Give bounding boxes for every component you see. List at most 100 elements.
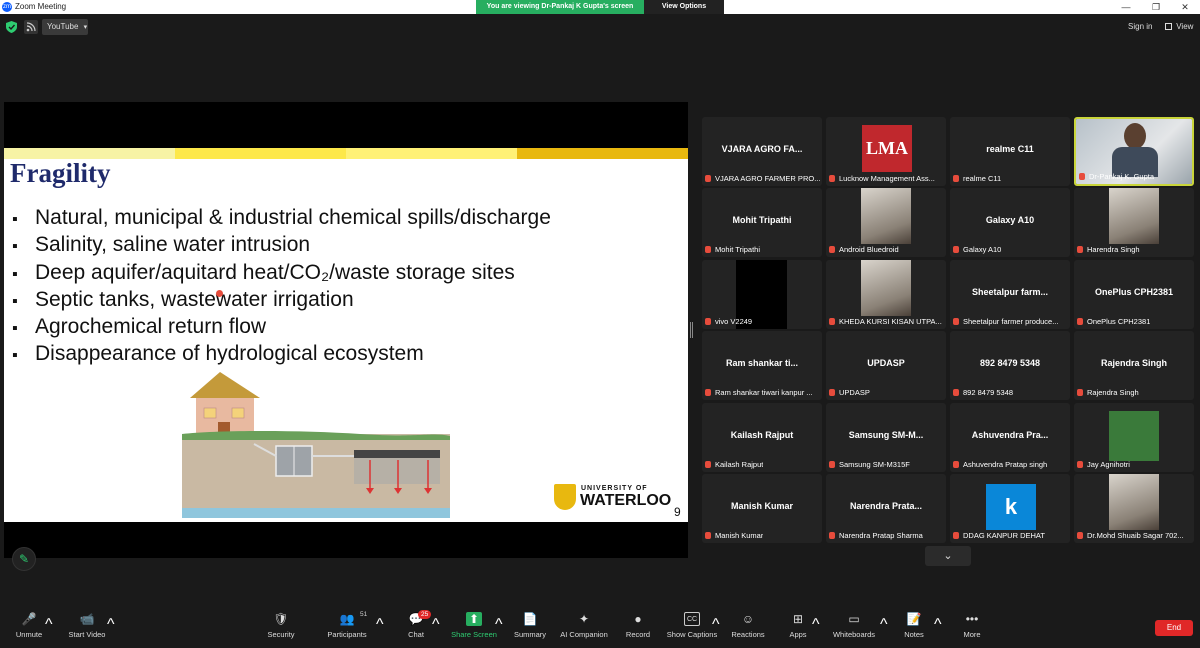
captions-caret-icon[interactable]: ^ — [712, 616, 720, 648]
participant-tile[interactable]: 892 8479 5348 892 8479 5348 — [950, 331, 1070, 400]
chat-button[interactable]: 💬 25 Chat — [402, 610, 432, 644]
participant-tile[interactable]: Rajendra Singh Rajendra Singh — [1074, 331, 1194, 400]
start-video-button[interactable]: 📹 Start Video — [64, 612, 110, 644]
participant-tile[interactable]: OnePlus CPH2381 OnePlus CPH2381 — [1074, 260, 1194, 329]
show-captions-label: Show Captions — [666, 630, 718, 639]
record-icon: ● — [634, 612, 642, 626]
logo-university-of: UNIVERSITY OF — [581, 485, 648, 492]
shield-icon: 🛡 — [273, 612, 289, 626]
more-button[interactable]: ••• More — [958, 612, 986, 644]
end-meeting-button[interactable]: End — [1155, 620, 1193, 636]
split-resize-handle[interactable] — [690, 322, 693, 338]
pencil-icon: ✎ — [18, 552, 30, 566]
participant-tile[interactable]: realme C11 realme C11 — [950, 117, 1070, 186]
participant-display-name: Kailash Rajput — [730, 430, 794, 440]
view-options-button[interactable]: View Options — [644, 0, 724, 14]
unmute-button[interactable]: 🎤 Unmute — [12, 612, 46, 644]
participant-tile[interactable]: UPDASP UPDASP — [826, 331, 946, 400]
view-label: View — [1176, 22, 1194, 31]
slide-bullet-list: Natural, municipal & industrial chemical… — [12, 204, 551, 368]
show-captions-button[interactable]: CC Show Captions — [666, 612, 718, 644]
participant-tile[interactable]: Samsung SM-M... Samsung SM-M315F — [826, 403, 946, 472]
video-off-icon: 📹 — [79, 612, 95, 626]
chevron-down-icon: ▾ — [83, 24, 88, 31]
whiteboards-button[interactable]: ▭ Whiteboards — [830, 612, 878, 644]
annotate-pencil-button[interactable]: ✎ — [12, 547, 36, 571]
participant-name-label: realme C11 — [953, 174, 1001, 184]
view-button[interactable]: View — [1165, 22, 1193, 31]
apps-caret-icon[interactable]: ^ — [812, 616, 820, 648]
participant-name-label: Mohit Tripathi — [705, 245, 760, 255]
whiteboards-label: Whiteboards — [832, 630, 876, 639]
participant-display-name: Ashuvendra Pra... — [971, 430, 1049, 440]
sparkle-icon: ✦ — [578, 612, 590, 626]
participant-tile[interactable]: Manish Kumar Manish Kumar — [702, 474, 822, 543]
live-stream-icon[interactable] — [24, 20, 38, 34]
participant-tile[interactable]: Jay Agnihotri — [1074, 403, 1194, 472]
minimize-icon[interactable]: — — [1111, 0, 1141, 14]
participant-tile[interactable]: Harendra Singh — [1074, 188, 1194, 257]
participant-name-label: Android Bluedroid — [829, 245, 899, 255]
video-options-caret-icon[interactable]: ^ — [107, 616, 115, 648]
close-icon[interactable]: ✕ — [1170, 0, 1200, 14]
audio-options-caret-icon[interactable]: ^ — [45, 616, 53, 648]
participant-tile[interactable]: VJARA AGRO FA... VJARA AGRO FARMER PRO... — [702, 117, 822, 186]
slide-header-bar — [346, 148, 517, 159]
notes-button[interactable]: 📝 Notes — [900, 612, 928, 644]
participant-name-label: Manish Kumar — [705, 531, 763, 541]
participant-tile[interactable]: Sheetalpur farm... Sheetalpur farmer prod… — [950, 260, 1070, 329]
notes-label: Notes — [904, 630, 924, 639]
sign-in-link[interactable]: Sign in — [1128, 22, 1152, 31]
participant-tile[interactable]: Galaxy A10 Galaxy A10 — [950, 188, 1070, 257]
slide-bullet: Salinity, saline water intrusion — [12, 231, 551, 258]
share-screen-caret-icon[interactable]: ^ — [495, 616, 503, 648]
reactions-button[interactable]: ☺ Reactions — [730, 612, 766, 644]
more-label: More — [963, 630, 981, 639]
participants-label: Participants — [327, 630, 367, 639]
summary-button[interactable]: 📄 Summary — [512, 612, 548, 644]
notes-caret-icon[interactable]: ^ — [934, 616, 942, 648]
participant-display-name: VJARA AGRO FA... — [721, 144, 803, 154]
participant-display-name: Galaxy A10 — [985, 215, 1035, 225]
participant-display-name: realme C11 — [986, 144, 1034, 154]
ai-companion-button[interactable]: ✦ AI Companion — [558, 612, 610, 644]
gallery-next-page-button[interactable]: ⌄ — [925, 546, 971, 566]
grid-icon — [1165, 23, 1172, 30]
participant-tile[interactable]: Dr-Pankaj K. Gupta — [1074, 117, 1194, 186]
participant-tile[interactable]: Android Bluedroid — [826, 188, 946, 257]
participant-tile[interactable]: k DDAG KANPUR DEHAT — [950, 474, 1070, 543]
top-toolbar — [0, 14, 1200, 42]
participant-tile[interactable]: Kailash Rajput Kailash Rajput — [702, 403, 822, 472]
smiley-icon: ☺ — [741, 612, 755, 626]
presentation-slide: Fragility Natural, municipal & industria… — [4, 148, 688, 522]
security-shield-icon[interactable] — [6, 21, 17, 33]
whiteboards-caret-icon[interactable]: ^ — [880, 616, 888, 648]
participant-tile[interactable]: LMA Lucknow Management Ass... — [826, 117, 946, 186]
participant-tile[interactable]: Narendra Prata... Narendra Pratap Sharma — [826, 474, 946, 543]
summary-icon: 📄 — [522, 612, 538, 626]
chat-label: Chat — [408, 630, 424, 639]
youtube-stream-dropdown[interactable]: YouTube ▾ — [42, 19, 88, 35]
chevron-down-icon: ⌄ — [943, 550, 953, 562]
share-screen-button[interactable]: ⬆ Share Screen — [450, 612, 498, 644]
participant-name-label: VJARA AGRO FARMER PRO... — [705, 174, 820, 184]
participant-display-name: UPDASP — [867, 358, 905, 368]
participant-name-label: Kailash Rajput — [705, 460, 763, 470]
maximize-icon[interactable]: ❐ — [1141, 0, 1171, 14]
notes-icon: 📝 — [906, 612, 922, 626]
participant-tile[interactable]: Ashuvendra Pra... Ashuvendra Pratap singh — [950, 403, 1070, 472]
participant-tile[interactable]: Dr.Mohd Shuaib Sagar 702... — [1074, 474, 1194, 543]
participant-tile[interactable]: KHEDA KURSI KISAN UTPA... — [826, 260, 946, 329]
participants-caret-icon[interactable]: ^ — [376, 616, 384, 648]
participant-tile[interactable]: Mohit Tripathi Mohit Tripathi — [702, 188, 822, 257]
participant-tile[interactable]: Ram shankar ti... Ram shankar tiwari kanp… — [702, 331, 822, 400]
security-button[interactable]: 🛡 Security — [264, 612, 298, 644]
participant-tile[interactable]: vivo V2249 — [702, 260, 822, 329]
record-button[interactable]: ● Record — [622, 612, 654, 644]
participants-button[interactable]: 👥 51 Participants — [324, 611, 370, 644]
viewing-banner: You are viewing Dr-Pankaj K Gupta's scre… — [476, 0, 644, 14]
profile-picture — [1109, 474, 1159, 530]
chat-caret-icon[interactable]: ^ — [432, 616, 440, 648]
apps-button[interactable]: ⊞ Apps — [784, 612, 812, 644]
participant-name-label: Lucknow Management Ass... — [829, 174, 935, 184]
